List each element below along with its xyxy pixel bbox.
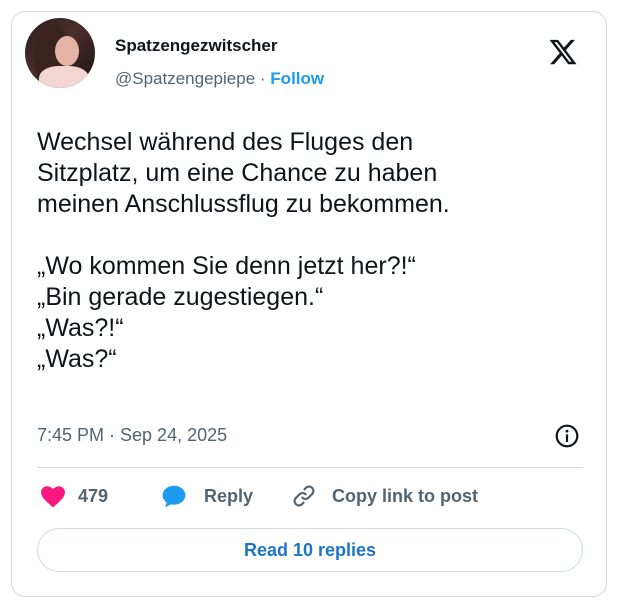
reply-button[interactable]: Reply [160,484,253,508]
info-icon[interactable] [554,423,580,449]
handle-separator: · [259,69,266,88]
read-replies-button[interactable]: Read 10 replies [37,528,583,572]
follow-link[interactable]: Follow [270,69,324,88]
reply-label: Reply [204,485,254,506]
speech-bubble-icon [162,485,186,508]
author-display-name[interactable]: Spatzengezwitscher [115,36,278,56]
divider [37,467,583,468]
read-replies-label: Read 10 replies [243,539,377,560]
avatar-shirt [39,66,89,88]
like-count: 479 [78,485,109,506]
avatar[interactable] [25,18,95,88]
heart-icon [41,486,65,508]
avatar-face [55,36,79,66]
author-handle[interactable]: @Spatzengepiepe [115,69,255,88]
author-handle-row: @Spatzengepiepe · Follow [115,69,324,89]
like-button[interactable]: 479 [40,484,108,508]
copy-link-label: Copy link to post [332,485,478,506]
tweet-timestamp[interactable]: 7:45 PM · Sep 24, 2025 [37,424,227,446]
copy-link-button[interactable]: Copy link to post [290,484,478,508]
x-logo-icon[interactable] [547,37,579,67]
link-icon [293,485,315,507]
tweet-text: Wechsel während des Fluges den Sitzplatz… [37,128,450,373]
